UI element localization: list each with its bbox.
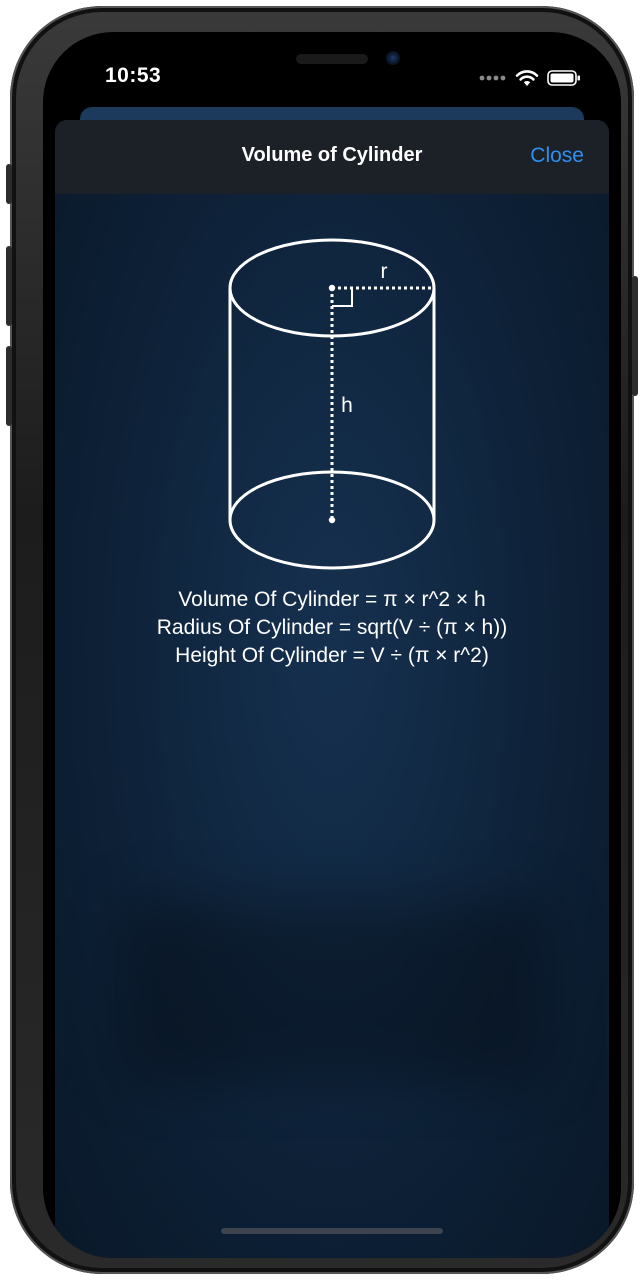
home-indicator[interactable] bbox=[221, 1228, 443, 1234]
height-formula: Height Of Cylinder = V ÷ (π × r^2) bbox=[175, 644, 489, 667]
mute-switch bbox=[6, 164, 12, 204]
radius-formula: Radius Of Cylinder = sqrt(V ÷ (π × h)) bbox=[156, 616, 508, 639]
top-center-point bbox=[328, 284, 336, 292]
battery-icon bbox=[547, 70, 580, 86]
height-label: h bbox=[341, 394, 353, 417]
status-bar: 10:53 bbox=[43, 32, 621, 112]
navigation-bar: Volume of Cylinder Close bbox=[55, 120, 609, 194]
modal-sheet: Volume of Cylinder Close r h Volume Of C… bbox=[55, 120, 609, 1258]
formula-list: Volume Of Cylinder = π × r^2 × h Radius … bbox=[55, 586, 609, 670]
power-button bbox=[632, 276, 638, 396]
status-icons bbox=[479, 68, 581, 88]
screen: 10:53 Volume of Cylinder Close r h Volum… bbox=[43, 32, 621, 1258]
earpiece-speaker bbox=[296, 54, 368, 64]
cylinder-diagram: r h bbox=[228, 238, 436, 570]
background-shadow bbox=[125, 900, 545, 1080]
radius-label: r bbox=[381, 260, 388, 283]
status-time: 10:53 bbox=[105, 64, 162, 87]
volume-down-button bbox=[6, 346, 12, 426]
bottom-center-point bbox=[328, 516, 336, 524]
page-title: Volume of Cylinder bbox=[241, 144, 423, 166]
phone-frame: 10:53 Volume of Cylinder Close r h Volum… bbox=[6, 6, 638, 1274]
signal-dots-icon bbox=[479, 75, 506, 81]
wifi-icon bbox=[515, 70, 539, 86]
volume-up-button bbox=[6, 246, 12, 326]
volume-formula: Volume Of Cylinder = π × r^2 × h bbox=[178, 588, 486, 611]
right-angle-marker bbox=[332, 288, 353, 307]
front-camera bbox=[386, 51, 400, 65]
close-button[interactable]: Close bbox=[530, 144, 584, 168]
